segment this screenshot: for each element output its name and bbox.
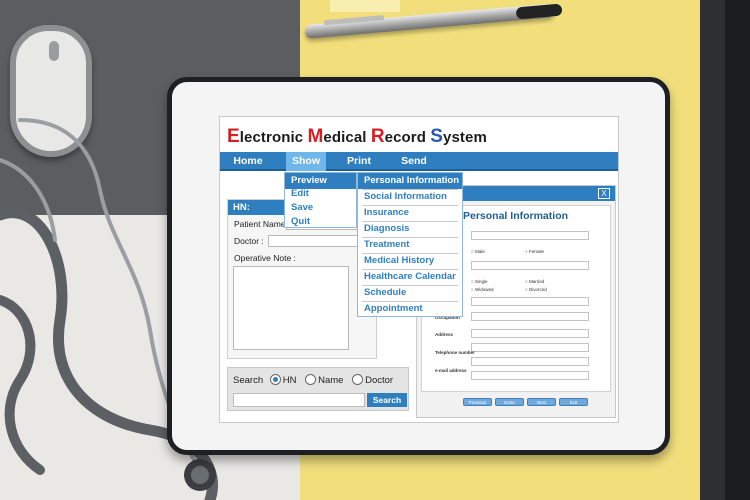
submenu-appointment[interactable]: Appointment (358, 301, 423, 317)
menu-item-quit[interactable]: Quit (285, 214, 310, 230)
search-options: Search HN Name Doctor (233, 374, 393, 386)
preview-submenu: Personal Information Social Information … (357, 172, 463, 317)
menu-send[interactable]: Send (396, 152, 432, 171)
radio-female[interactable]: ○ Female (525, 249, 544, 254)
telephone-field[interactable] (471, 357, 589, 366)
operative-note-textarea[interactable] (233, 266, 349, 350)
personal-info-title: Personal Information (463, 210, 569, 222)
title-cap-m: M (307, 126, 324, 147)
operative-note-label: Operative Note : (234, 253, 296, 263)
radio-doctor-label: Doctor (365, 375, 394, 386)
radio-married-label: Married (528, 279, 545, 284)
done-button[interactable]: Done (495, 398, 524, 406)
radio-married[interactable]: ○ Married (525, 279, 544, 284)
radio-hn[interactable] (269, 374, 281, 385)
menu-print[interactable]: Print (340, 152, 378, 171)
menu-show[interactable]: Show (286, 152, 326, 171)
radio-female-label: Female (528, 249, 544, 254)
radio-widowed-label: Widowed (474, 287, 494, 292)
radio-hn-label: HN (282, 375, 297, 386)
submenu-medical-history[interactable]: Medical History (358, 253, 434, 269)
address-field-2[interactable] (471, 343, 589, 352)
tablet-screen: Electronic Medical Record System Home Sh… (219, 116, 619, 423)
patient-name-label: Patient Name (234, 219, 286, 229)
tablet: Electronic Medical Record System Home Sh… (167, 77, 670, 455)
form-field-extra[interactable] (471, 297, 589, 306)
previous-button[interactable]: Previous (463, 398, 492, 406)
title-cap-e: E (227, 126, 240, 147)
radio-single[interactable]: ○ Single (471, 279, 487, 284)
email-label: e-mail address (435, 368, 467, 373)
radio-male-label: Male (474, 249, 485, 254)
address-label: Address (435, 332, 454, 337)
submenu-healthcare-calendar[interactable]: Healthcare Calendar (358, 269, 456, 285)
form-field-birthdate[interactable] (471, 261, 589, 270)
submenu-treatment[interactable]: Treatment (358, 237, 409, 253)
occupation-field[interactable] (471, 312, 589, 321)
search-button[interactable]: Search (367, 393, 407, 407)
radio-divorced[interactable]: ○ Divorced (525, 287, 547, 292)
exit-button[interactable]: Exit (559, 398, 588, 406)
next-button[interactable]: Next (527, 398, 556, 406)
search-input[interactable] (233, 393, 365, 407)
close-icon[interactable]: X (598, 188, 610, 199)
radio-male[interactable]: ○ Male (471, 249, 485, 254)
app-title: Electronic Medical Record System (227, 126, 487, 148)
address-field[interactable] (471, 329, 589, 338)
title-word-system: ystem (443, 129, 487, 146)
menu-home[interactable]: Home (228, 152, 268, 171)
submenu-social-information[interactable]: Social Information (358, 189, 447, 205)
search-label: Search (233, 375, 264, 386)
form-field-name[interactable] (471, 231, 589, 240)
menu-bar: Home Show Print Send (220, 152, 618, 171)
radio-single-label: Single (474, 279, 488, 284)
doctor-label: Doctor : (234, 236, 264, 246)
dark-book-spine (725, 0, 750, 500)
title-cap-r: R (370, 126, 385, 147)
show-dropdown: Preview Edit Save Quit (284, 172, 357, 228)
radio-doctor[interactable] (352, 374, 364, 385)
radio-name-label: Name (318, 375, 344, 386)
radio-divorced-label: Divorced (528, 287, 547, 292)
title-word-medical: edical (323, 129, 371, 146)
title-word-record: ecord (384, 129, 431, 146)
doctor-field[interactable] (268, 235, 366, 247)
title-word-electronic: lectronic (239, 129, 308, 146)
telephone-label: Telephone number (435, 350, 475, 355)
mouse-wheel (49, 41, 59, 61)
submenu-insurance[interactable]: Insurance (358, 205, 409, 221)
search-panel: Search HN Name Doctor Search (227, 367, 409, 411)
radio-name[interactable] (305, 374, 317, 385)
submenu-diagnosis[interactable]: Diagnosis (358, 221, 409, 237)
title-cap-s: S (430, 126, 444, 147)
submenu-schedule[interactable]: Schedule (358, 285, 406, 301)
radio-widowed[interactable]: ○ Widowed (471, 287, 493, 292)
submenu-personal-information[interactable]: Personal Information (358, 173, 462, 189)
email-field[interactable] (471, 371, 589, 380)
paper-corner (330, 0, 400, 12)
computer-mouse (10, 25, 92, 157)
